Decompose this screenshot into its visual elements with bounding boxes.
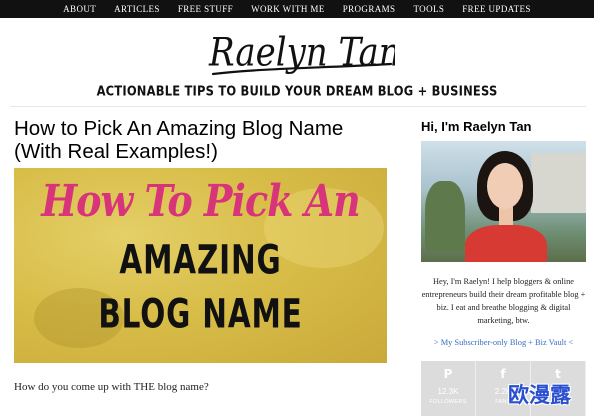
facebook-icon: f	[500, 367, 506, 381]
author-bio: Hey, I'm Raelyn! I help bloggers & onlin…	[421, 277, 586, 325]
nav-free-updates[interactable]: FREE UPDATES	[453, 0, 540, 18]
nav-free-stuff[interactable]: FREE STUFF	[169, 0, 242, 18]
nav-programs[interactable]: PROGRAMS	[334, 0, 405, 18]
post-title[interactable]: How to Pick An Amazing Blog Name (With R…	[14, 117, 394, 163]
pinterest-label: FOLLOWERS	[429, 399, 467, 405]
watermark-text: 欧漫露	[508, 383, 571, 407]
social-pinterest[interactable]: P 12.3K FOLLOWERS	[421, 361, 476, 416]
top-nav: ABOUT ARTICLES FREE STUFF WORK WITH ME P…	[0, 0, 594, 18]
subscriber-vault-link[interactable]: > My Subscriber-only Blog + Biz Vault <	[421, 338, 586, 347]
nav-tools[interactable]: TOOLS	[404, 0, 453, 18]
hero-line-blog-name: BLOG NAME	[98, 291, 303, 338]
site-tagline: ACTIONABLE TIPS TO BUILD YOUR DREAM BLOG…	[96, 82, 498, 100]
header-divider	[10, 106, 586, 107]
author-photo	[421, 141, 586, 262]
hero-image: How To Pick An AMAZING BLOG NAME	[14, 168, 387, 363]
nav-work-with-me[interactable]: WORK WITH ME	[242, 0, 334, 18]
nav-about[interactable]: ABOUT	[54, 0, 105, 18]
nav-articles[interactable]: ARTICLES	[105, 0, 169, 18]
sidebar-title: Hi, I'm Raelyn Tan	[421, 119, 532, 134]
site-logo[interactable]: Raelyn Tan	[0, 22, 594, 86]
hero-line-script: How To Pick An	[41, 174, 361, 227]
post-intro: How do you come up with THE blog name?	[14, 381, 209, 393]
hero-line-amazing: AMAZING	[119, 237, 282, 284]
pinterest-count: 12.3K	[437, 387, 459, 396]
pinterest-icon: P	[443, 367, 453, 381]
logo-script: Raelyn Tan	[208, 29, 395, 75]
